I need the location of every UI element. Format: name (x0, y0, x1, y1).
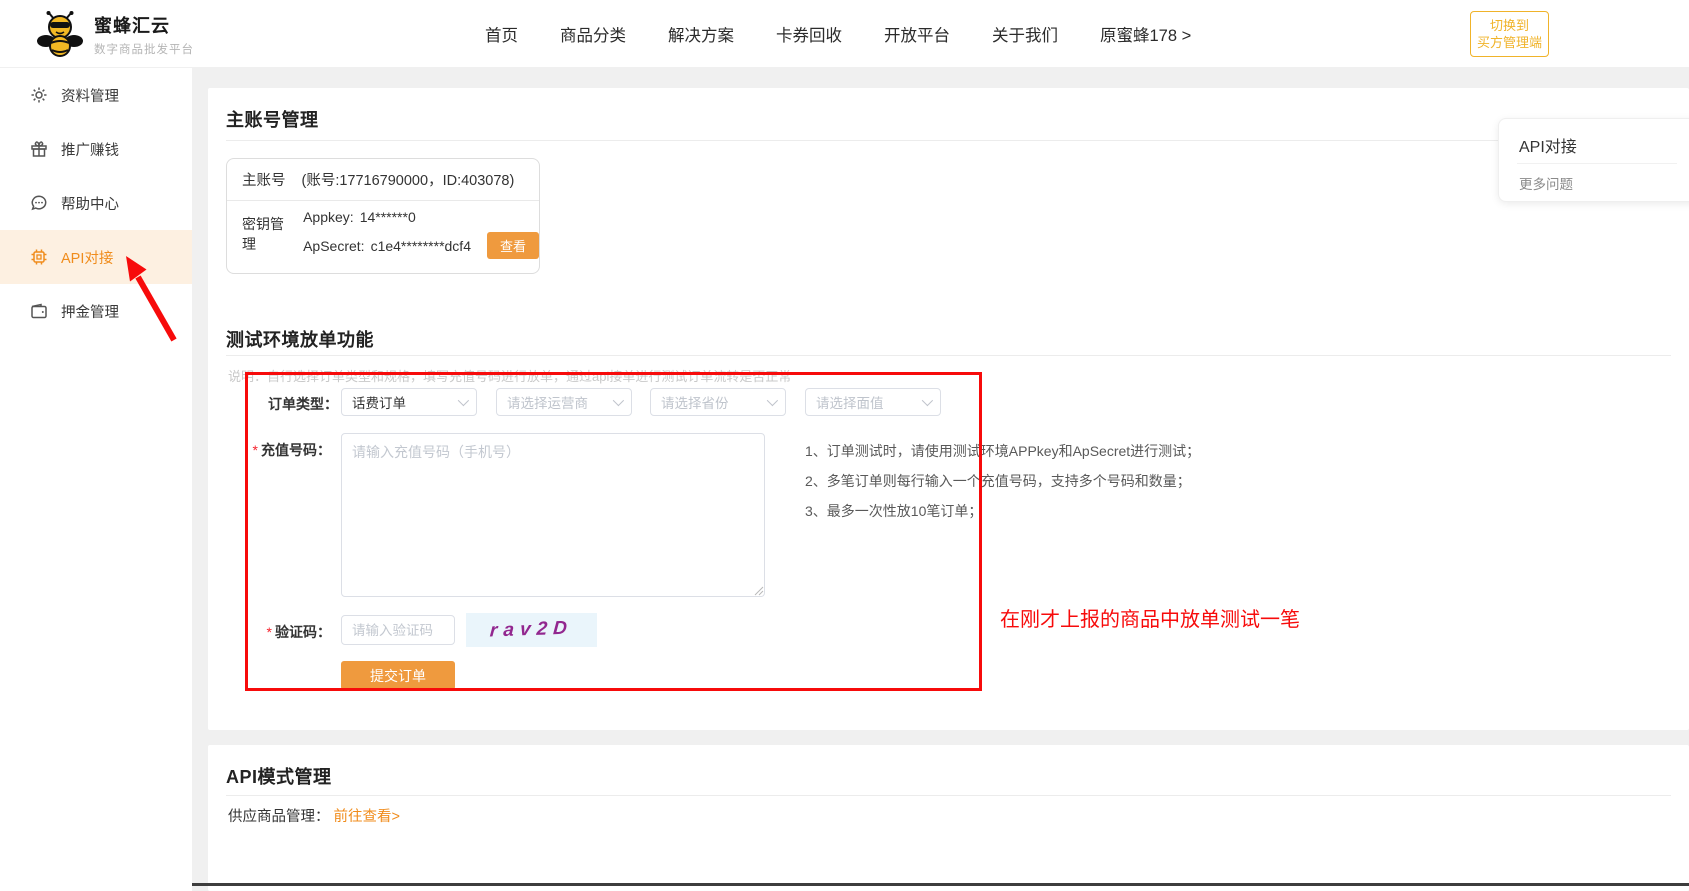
switch-line2: 买方管理端 (1475, 34, 1544, 51)
order-type-label: 订单类型： (238, 394, 338, 414)
sidebar-item-label: 帮助中心 (61, 193, 119, 214)
recharge-number-label: *充值号码： (231, 440, 331, 460)
brand-tagline: 数字商品批发平台 (94, 41, 194, 57)
sidebar-item-label: 资料管理 (61, 85, 119, 106)
sidebar-item-label: 押金管理 (61, 301, 119, 322)
go-view-link[interactable]: 前往查看> (334, 809, 400, 825)
key-management-row: 密钥管理 Appkey: 14******0 ApSecret: c1e4***… (227, 201, 539, 267)
appkey-line: Appkey: 14******0 (303, 209, 539, 225)
sidebar-item-api[interactable]: API对接 (0, 230, 192, 284)
more-questions-link[interactable]: 更多问题 (1519, 173, 1573, 193)
test-notes: 1、订单测试时，请使用测试环境APPkey和ApSecret进行测试； 2、多笔… (805, 436, 1200, 526)
province-placeholder: 请选择省份 (661, 392, 767, 412)
note-line-3: 3、最多一次性放10笔订单； (805, 496, 1200, 526)
nav-card-recycle[interactable]: 卡券回收 (776, 22, 842, 46)
appkey-value: 14******0 (360, 209, 416, 225)
facevalue-placeholder: 请选择面值 (816, 392, 922, 412)
divider (226, 355, 1671, 356)
brand-name: 蜜蜂汇云 (94, 12, 194, 38)
key-management-label: 密钥管理 (242, 214, 289, 254)
supply-label: 供应商品管理： (228, 809, 330, 825)
captcha-label-text: 验证码： (275, 624, 331, 640)
brand-text: 蜜蜂汇云 数字商品批发平台 (94, 12, 194, 57)
account-label: 主账号 (242, 169, 286, 190)
main-nav: 首页 商品分类 解决方案 卡券回收 开放平台 关于我们 原蜜蜂178 > (485, 0, 1191, 68)
sidebar-item-promotion[interactable]: 推广赚钱 (0, 122, 192, 176)
chip-icon (30, 248, 48, 266)
nav-solutions[interactable]: 解决方案 (668, 22, 734, 46)
province-select[interactable]: 请选择省份 (650, 388, 786, 416)
bee-logo-icon (36, 10, 84, 58)
order-type-label-text: 订单类型： (268, 396, 338, 412)
chevron-down-icon (613, 395, 624, 406)
sidebar-item-label: API对接 (61, 247, 113, 268)
apsecret-line: ApSecret: c1e4********dcf4 查看 (303, 232, 539, 259)
required-asterisk: * (253, 442, 258, 458)
wallet-icon (30, 302, 48, 320)
view-secret-button[interactable]: 查看 (487, 232, 539, 259)
gift-icon (30, 140, 48, 158)
sidebar-item-profile[interactable]: 资料管理 (0, 68, 192, 122)
captcha-label: *验证码： (231, 622, 331, 642)
apsecret-value: c1e4********dcf4 (371, 238, 471, 254)
chevron-down-icon (767, 395, 778, 406)
test-description: 说明：自行选择订单类型和规格，填写充值号码进行放单，通过api接单进行测试订单流… (228, 366, 791, 385)
note-line-1: 1、订单测试时，请使用测试环境APPkey和ApSecret进行测试； (805, 436, 1200, 466)
appkey-label: Appkey: (303, 209, 354, 225)
chevron-down-icon (458, 395, 469, 406)
api-mode-card: API模式管理 供应商品管理： 前往查看> (208, 745, 1689, 891)
submit-order-button[interactable]: 提交订单 (341, 661, 455, 690)
divider (226, 140, 1671, 141)
supply-management-row: 供应商品管理： 前往查看> (228, 805, 400, 826)
account-management-card: 主账号管理 主账号 (账号:17716790000，ID:403078) 密钥管… (208, 88, 1689, 310)
float-panel-title[interactable]: API对接 (1519, 133, 1577, 157)
chevron-down-icon (922, 395, 933, 406)
apsecret-label: ApSecret: (303, 238, 364, 254)
nav-legacy-site[interactable]: 原蜜蜂178 > (1100, 22, 1191, 46)
captcha-input[interactable] (341, 615, 455, 645)
red-annotation-text: 在刚才上报的商品中放单测试一笔 (1000, 603, 1300, 632)
resize-grip-icon[interactable] (754, 586, 764, 596)
account-section-title: 主账号管理 (226, 106, 319, 132)
brand-logo[interactable]: 蜜蜂汇云 数字商品批发平台 (36, 10, 194, 58)
captcha-text: rav2D (489, 618, 574, 643)
api-mode-title: API模式管理 (226, 763, 332, 789)
test-environment-card: 测试环境放单功能 说明：自行选择订单类型和规格，填写充值号码进行放单，通过api… (208, 308, 1689, 730)
divider (1517, 163, 1677, 164)
gear-icon (30, 86, 48, 104)
facevalue-select[interactable]: 请选择面值 (805, 388, 941, 416)
account-value: (账号:17716790000，ID:403078) (302, 169, 515, 190)
order-type-select[interactable]: 话费订单 (341, 388, 477, 416)
account-info-box: 主账号 (账号:17716790000，ID:403078) 密钥管理 Appk… (226, 158, 540, 274)
sidebar-item-label: 推广赚钱 (61, 139, 119, 160)
required-asterisk: * (267, 624, 272, 640)
switch-line1: 切换到 (1475, 17, 1544, 34)
account-row: 主账号 (账号:17716790000，ID:403078) (227, 159, 539, 201)
recharge-number-textarea[interactable] (341, 433, 765, 597)
key-lines: Appkey: 14******0 ApSecret: c1e4********… (303, 209, 539, 259)
top-header: 蜜蜂汇云 数字商品批发平台 首页 商品分类 解决方案 卡券回收 开放平台 关于我… (0, 0, 1689, 68)
sidebar: 资料管理 推广赚钱 帮助中心 API对接 (0, 68, 192, 891)
sidebar-item-deposit[interactable]: 押金管理 (0, 284, 192, 338)
nav-about-us[interactable]: 关于我们 (992, 22, 1058, 46)
divider (226, 795, 1671, 796)
sidebar-item-help-center[interactable]: 帮助中心 (0, 176, 192, 230)
order-type-value: 话费订单 (352, 392, 458, 412)
test-section-title: 测试环境放单功能 (226, 326, 374, 352)
nav-categories[interactable]: 商品分类 (560, 22, 626, 46)
api-help-float-panel: API对接 更多问题 (1498, 118, 1689, 202)
bottom-window-edge (192, 883, 1689, 886)
operator-placeholder: 请选择运营商 (507, 392, 613, 412)
page: 蜜蜂汇云 数字商品批发平台 首页 商品分类 解决方案 卡券回收 开放平台 关于我… (0, 0, 1689, 891)
note-line-2: 2、多笔订单则每行输入一个充值号码，支持多个号码和数量； (805, 466, 1200, 496)
nav-home[interactable]: 首页 (485, 22, 518, 46)
nav-open-platform[interactable]: 开放平台 (884, 22, 950, 46)
recharge-label-text: 充值号码： (261, 442, 331, 458)
switch-to-buyer-button[interactable]: 切换到 买方管理端 (1470, 11, 1549, 57)
captcha-image[interactable]: rav2D (466, 613, 597, 647)
chat-bubble-icon (30, 194, 48, 212)
operator-select[interactable]: 请选择运营商 (496, 388, 632, 416)
